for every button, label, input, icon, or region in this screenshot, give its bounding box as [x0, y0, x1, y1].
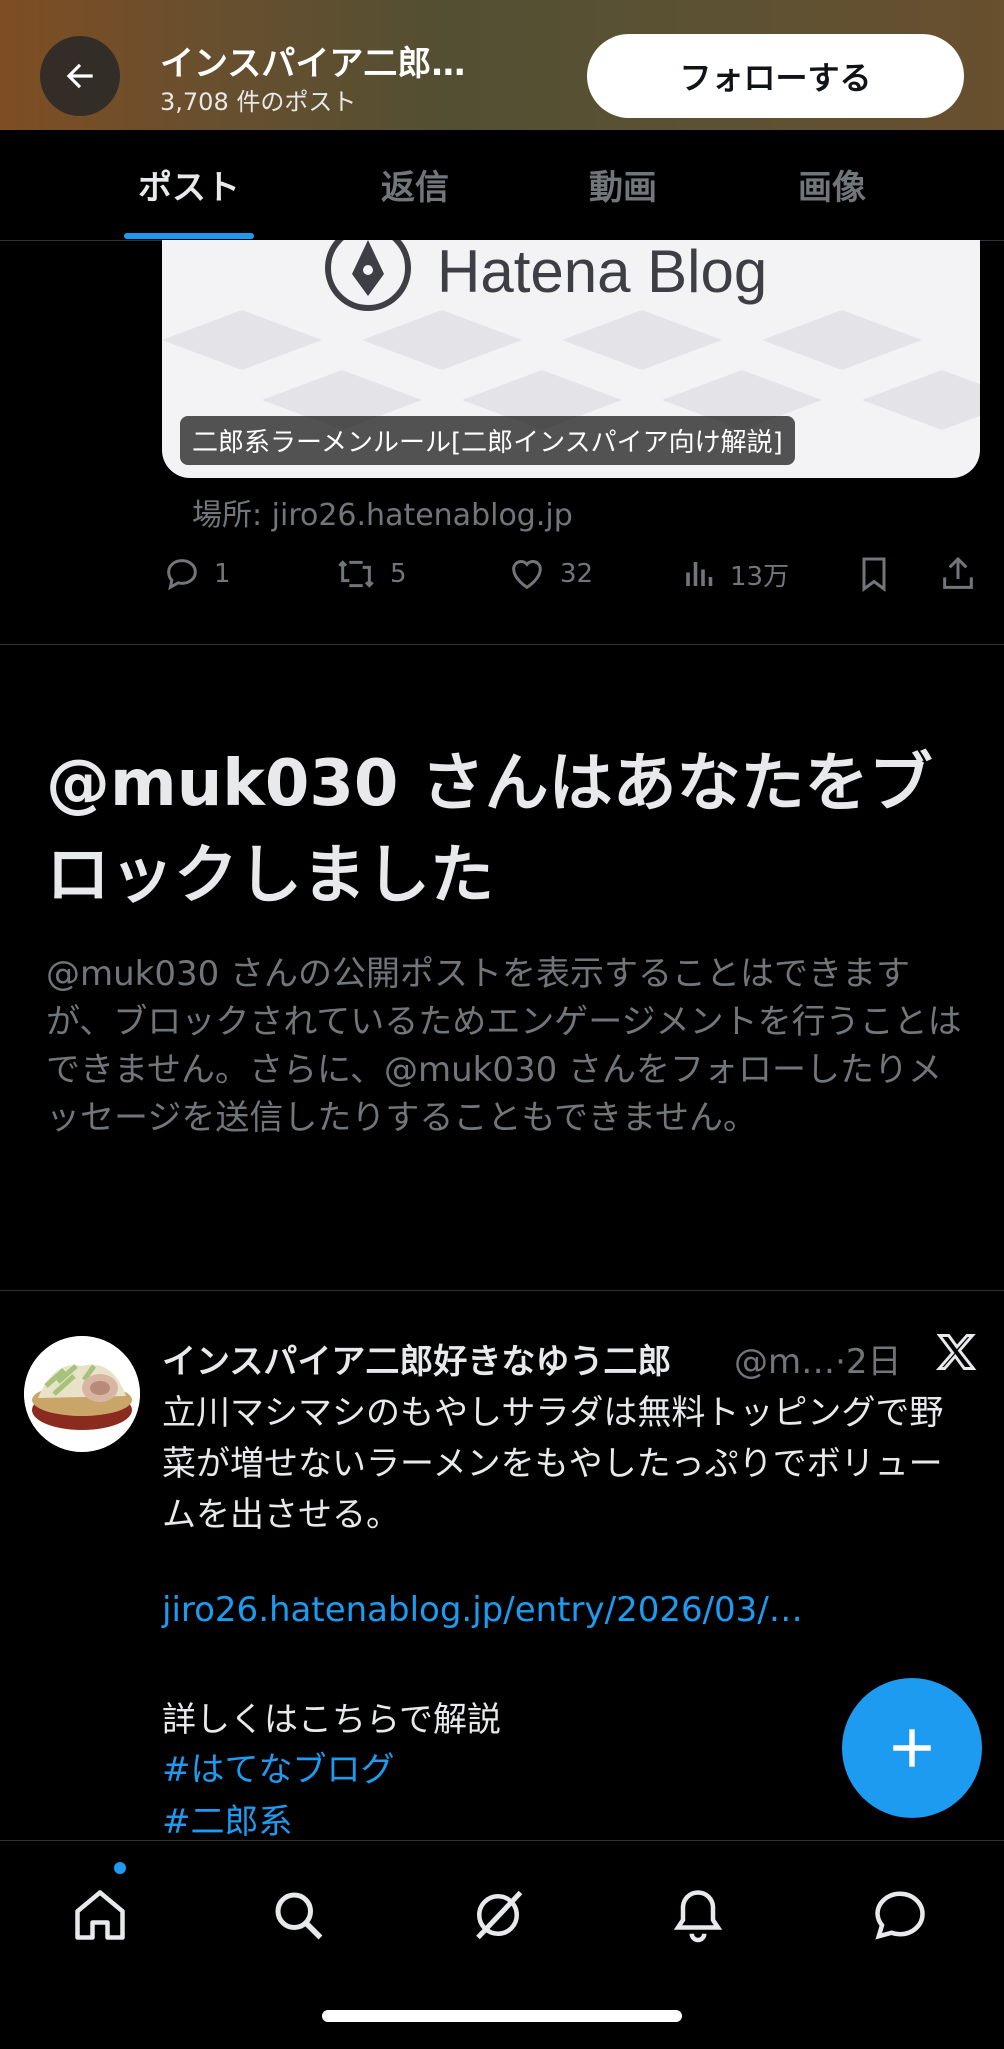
- link-card[interactable]: Hatena Blog 二郎系ラーメンルール[二郎インスパイア向け解説]: [162, 240, 980, 478]
- profile-name: インスパイア二郎…: [160, 44, 466, 84]
- repost-count: 5: [390, 559, 407, 589]
- repost-button[interactable]: 5: [334, 554, 407, 594]
- card-caption: 二郎系ラーメンルール[二郎インスパイア向け解説]: [180, 416, 795, 465]
- bookmark-icon: [862, 557, 886, 592]
- reply-count: 1: [214, 559, 231, 589]
- home-icon: [75, 1890, 125, 1940]
- like-button[interactable]: 32: [506, 554, 593, 594]
- divider: [0, 644, 1004, 645]
- back-arrow-icon: [66, 63, 93, 89]
- avatar[interactable]: [24, 1336, 140, 1452]
- reply-button[interactable]: 1: [162, 554, 231, 594]
- card-logo-text: Hatena Blog: [437, 240, 767, 305]
- share-icon: [943, 556, 973, 589]
- messages-icon: [875, 1891, 925, 1940]
- x-logo-icon: [934, 1330, 978, 1378]
- post-actions: 1 5 32 13万: [0, 548, 1004, 602]
- active-tab-indicator: [124, 233, 254, 239]
- tab-posts[interactable]: ポスト: [99, 160, 279, 209]
- block-notice-body: @muk030 さんの公開ポストを表示することはできますが、ブロックされているた…: [46, 954, 962, 1138]
- tweet-author-name[interactable]: インスパイア二郎好きなゆう二郎: [162, 1334, 671, 1383]
- repost-icon: [338, 560, 374, 588]
- nav-notifications[interactable]: [658, 1875, 738, 1955]
- tab-replies[interactable]: 返信: [325, 160, 505, 209]
- views-button[interactable]: 13万: [682, 554, 789, 594]
- back-button[interactable]: [40, 36, 120, 116]
- reply-icon: [167, 559, 197, 591]
- like-count: 32: [560, 559, 594, 589]
- nav-messages[interactable]: [860, 1875, 940, 1955]
- nav-home[interactable]: [60, 1875, 140, 1955]
- tab-images[interactable]: 画像: [742, 160, 922, 209]
- hashtag-jiro[interactable]: #二郎系: [162, 1794, 293, 1843]
- bell-icon: [673, 1890, 723, 1943]
- tweet-more-text: 詳しくはこちらで解説: [162, 1700, 501, 1740]
- nav-search[interactable]: [258, 1875, 338, 1955]
- bookmark-button[interactable]: [854, 554, 894, 594]
- profile-tabs: ポスト 返信 動画 画像: [0, 130, 1004, 241]
- home-indicator: [322, 2010, 682, 2022]
- hashtag-hatena-blog[interactable]: #はてなブログ: [162, 1742, 395, 1791]
- card-source[interactable]: 場所: jiro26.hatenablog.jp: [192, 490, 573, 534]
- grok-icon: [476, 1890, 523, 1940]
- plus-icon: [893, 1729, 931, 1767]
- ramen-avatar-icon: [24, 1336, 140, 1452]
- post-count: 3,708 件のポスト: [160, 88, 357, 116]
- share-button[interactable]: [938, 554, 978, 594]
- compose-button[interactable]: [842, 1678, 982, 1818]
- tweet-handle-time[interactable]: @m…·2日: [734, 1334, 902, 1383]
- views-chart-icon: [686, 562, 713, 586]
- tweet-link[interactable]: jiro26.hatenablog.jp/entry/2026/03/…: [162, 1590, 803, 1630]
- block-notice-title: @muk030 さんはあなたをブロックしました: [46, 747, 933, 913]
- home-unread-dot: [114, 1862, 126, 1874]
- divider: [0, 1290, 1004, 1291]
- heart-icon: [512, 560, 542, 590]
- views-count: 13万: [730, 561, 790, 592]
- follow-button[interactable]: フォローする: [587, 34, 964, 118]
- search-icon: [275, 1892, 323, 1940]
- tweet-text: 立川マシマシのもやしサラダは無料トッピングで野菜が増せないラーメンをもやしたっぷ…: [162, 1393, 944, 1535]
- hatena-logo-icon: [325, 240, 411, 311]
- nav-grok[interactable]: [458, 1875, 538, 1955]
- tab-videos[interactable]: 動画: [533, 160, 713, 209]
